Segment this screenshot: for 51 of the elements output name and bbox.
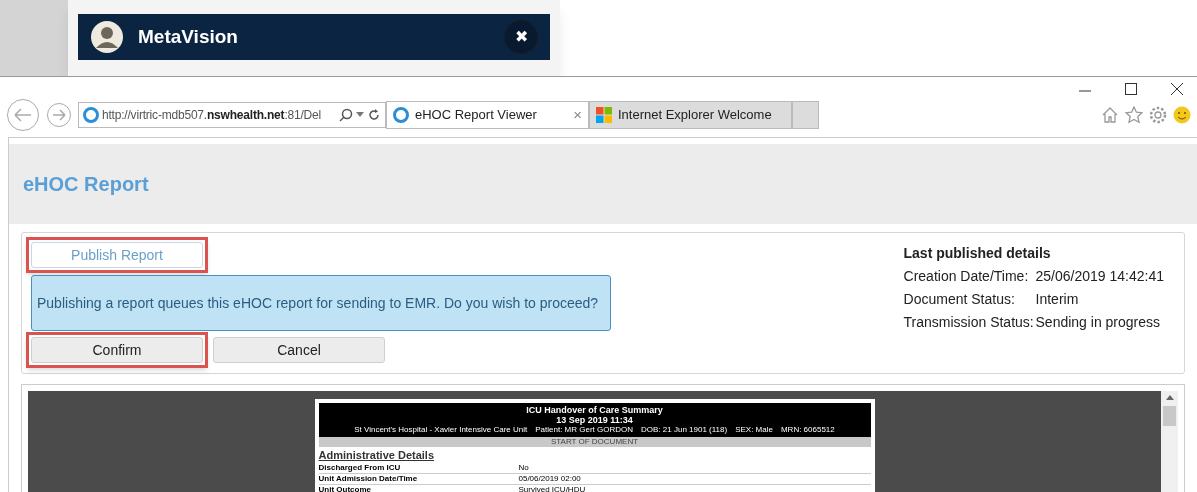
table-cell: Survived ICU/HDU <box>518 485 586 492</box>
page-title: eHOC Report <box>23 172 149 197</box>
dropdown-caret-icon[interactable] <box>356 112 364 118</box>
table-cell: No <box>518 463 529 473</box>
document-title: ICU Handover of Care Summary <box>526 405 663 415</box>
document-banner: START OF DOCUMENT <box>318 437 871 447</box>
close-button[interactable]: ✖ <box>504 20 538 54</box>
patient-info: MRN: 6065512 <box>780 425 835 435</box>
detail-label: Transmission Status: <box>903 313 1035 332</box>
maximize-icon[interactable] <box>1125 83 1137 95</box>
document-date: 13 Sep 2019 11:34 <box>556 415 633 425</box>
table-cell-text: Unit Outcome <box>318 485 372 492</box>
patient-info: Patient: MR Gert GORDON <box>535 425 634 435</box>
section-heading: Administrative Details <box>318 449 436 462</box>
back-icon[interactable] <box>6 98 40 132</box>
forward-icon[interactable] <box>46 102 72 128</box>
tab-close-button[interactable]: × <box>573 103 582 127</box>
table-cell: 05/06/2019 02:00 <box>518 474 581 484</box>
ie-logo-icon <box>393 107 409 123</box>
star-icon[interactable] <box>1125 106 1143 124</box>
patient-info: St Vincent's Hospital - Xavier Intensive Care Unit <box>354 425 528 435</box>
patient-info: SEX: Male <box>735 425 773 435</box>
tab-title: Internet Explorer Welcome <box>618 106 773 125</box>
browser-tab[interactable]: Internet Explorer Welcome <box>589 101 792 129</box>
detail-value: Interim <box>1035 290 1079 309</box>
table-cell-text: Discharged From ICU <box>318 463 402 473</box>
confirmation-message: Publishing a report queues this eHOC report for sending to EMR. Do you wish to proceed? <box>31 275 611 331</box>
tab-title: eHOC Report Viewer <box>415 106 538 125</box>
detail-value: Sending in progress <box>1035 313 1161 332</box>
action-button[interactable]: Confirm <box>26 332 208 368</box>
user-avatar-icon <box>90 20 124 54</box>
settings-icon[interactable] <box>1149 106 1167 124</box>
scroll-up-icon[interactable] <box>1165 395 1174 400</box>
details-heading: Last published details <box>903 244 1052 263</box>
close-icon[interactable] <box>1171 83 1183 95</box>
browser-tab[interactable]: eHOC Report Viewer × <box>386 101 589 129</box>
detail-label: Document Status: <box>903 290 1016 309</box>
windows-logo-icon <box>596 107 612 123</box>
table-cell-text: Unit Admission Date/Time <box>318 474 419 484</box>
home-icon[interactable] <box>1101 106 1119 124</box>
window-title: MetaVision <box>138 24 239 49</box>
smiley-icon[interactable] <box>1173 106 1191 124</box>
scrollbar-thumb[interactable] <box>1163 406 1176 426</box>
refresh-icon[interactable] <box>367 108 381 122</box>
detail-label: Creation Date/Time: <box>903 267 1030 286</box>
address-bar[interactable]: http://virtric-mdb507.nswhealth.net:81/Del <box>78 102 386 128</box>
detail-value: 25/06/2019 14:42:41 <box>1035 267 1164 286</box>
search-icon[interactable] <box>339 108 353 122</box>
ie-logo-icon <box>83 107 99 123</box>
patient-info: DOB: 21 Jun 1901 (118) <box>641 425 728 435</box>
url-text: http://virtric-mdb507.nswhealth.net:81/Del <box>102 107 322 124</box>
